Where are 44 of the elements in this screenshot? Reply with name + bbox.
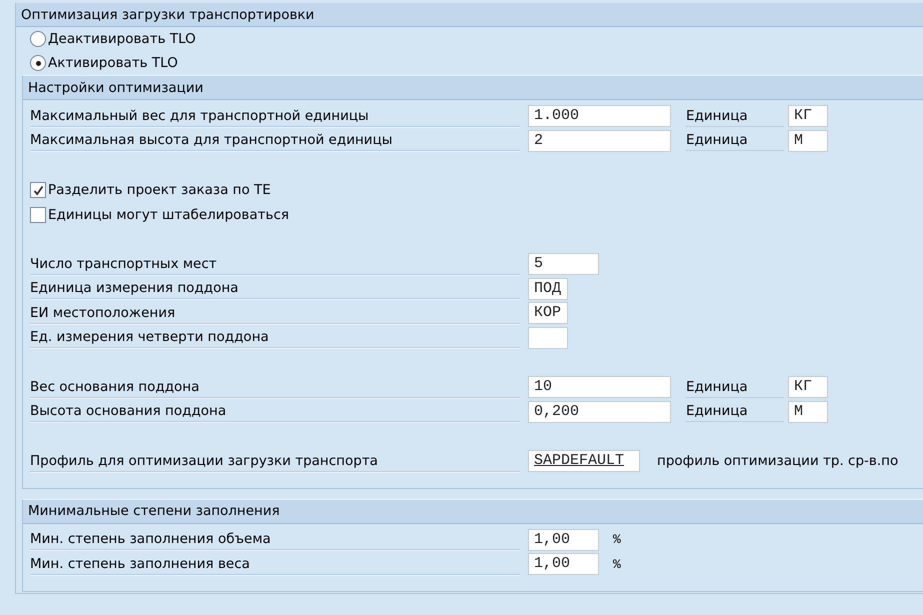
unit-label: Единица	[686, 401, 784, 422]
unit-field[interactable]: М	[788, 400, 828, 423]
field-label: Профиль для оптимизации загрузки транспорта	[30, 450, 520, 472]
input-field[interactable]: 10	[528, 376, 671, 398]
input-field[interactable]: ПОД	[528, 278, 568, 300]
checkbox[interactable]	[30, 182, 46, 198]
field-label: Мин. степень заполнения веса	[30, 554, 520, 575]
input-field[interactable]: SAPDEFAULT	[528, 450, 640, 472]
unit-label: Единица	[686, 130, 784, 152]
unit-field[interactable]: КГ	[788, 376, 828, 398]
field-label: Вес основания поддона	[30, 376, 520, 398]
field-label: Число транспортных мест	[30, 254, 520, 275]
input-field[interactable]: 2	[528, 130, 671, 152]
field-label: Единица измерения поддона	[30, 278, 520, 300]
unit-field[interactable]: КГ	[788, 105, 828, 128]
field-label: ЕИ местоположения	[30, 302, 520, 324]
input-field[interactable]: 1.000	[528, 105, 671, 128]
checkbox[interactable]	[30, 206, 46, 223]
field-label: Высота основания поддона	[30, 401, 520, 422]
radio-label: Деактивировать TLO	[48, 31, 196, 47]
input-field[interactable]: 1,00	[528, 553, 599, 576]
unit-label: Единица	[686, 106, 784, 127]
group-header: Минимальные степени заполнения	[23, 500, 923, 524]
input-field[interactable]	[528, 326, 568, 349]
field-label: Максимальная высота для транспортной единицы	[30, 130, 520, 152]
profile-description: профиль оптимизации тр. ср-в.по	[657, 453, 898, 470]
input-field[interactable]: 0,200	[528, 400, 671, 423]
section-header: Оптимизация загрузки транспортировки	[16, 3, 923, 27]
checkbox-label: Разделить проект заказа по ТЕ	[48, 182, 271, 198]
unit-field[interactable]: М	[788, 130, 828, 152]
unit-label: Единица	[686, 376, 784, 398]
checkbox-label: Единицы могут штабелироваться	[48, 206, 290, 223]
percent-sign: %	[613, 532, 621, 548]
field-label: Максимальный вес для транспортной единицы	[30, 106, 520, 127]
radio-label: Активировать TLO	[48, 55, 178, 71]
percent-sign: %	[613, 556, 621, 572]
field-label: Мин. степень заполнения объема	[30, 529, 520, 550]
group-header: Настройки оптимизации	[23, 76, 923, 100]
input-field[interactable]: 1,00	[528, 528, 599, 551]
field-label: Ед. измерения четверти поддона	[30, 327, 520, 348]
input-field[interactable]: КОР	[528, 302, 568, 324]
input-field[interactable]: 5	[528, 253, 599, 276]
radio-button[interactable]	[30, 31, 46, 47]
radio-button[interactable]	[30, 55, 46, 71]
